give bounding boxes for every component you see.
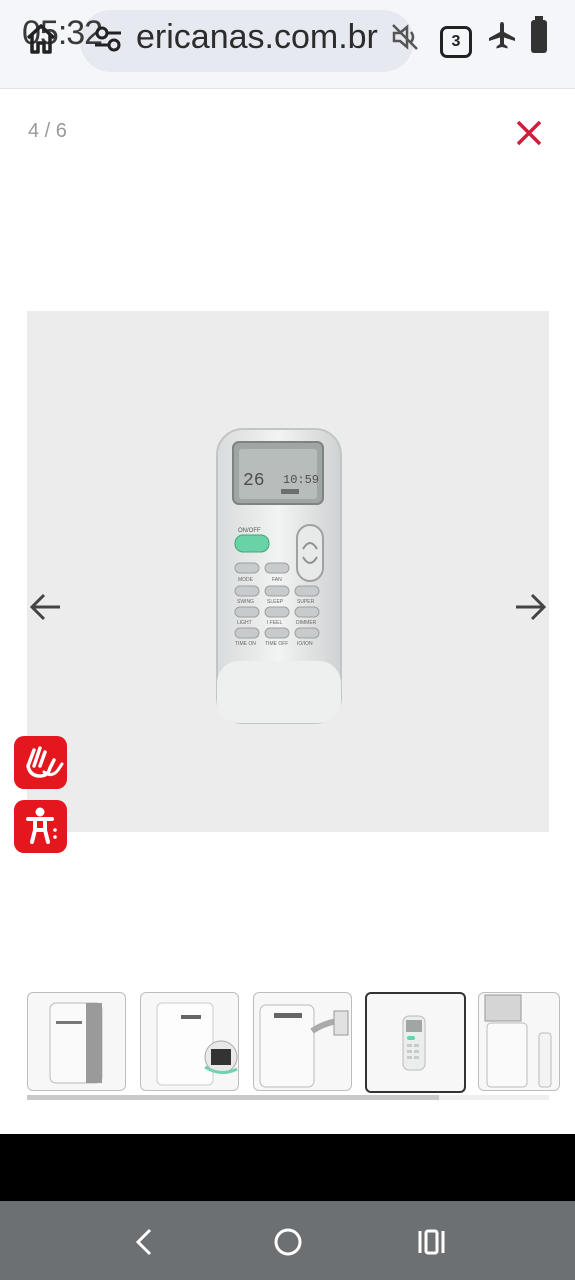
thumbnail-ac-dimensions-image [484, 994, 552, 1088]
battery-icon [531, 16, 547, 53]
remote-label-dimmer: DIMMER [296, 620, 317, 626]
main-product-image[interactable]: 26 10:59 ON/OFF MODE FAN SWING SLEEP SUP… [27, 311, 549, 832]
back-icon[interactable] [126, 1222, 166, 1262]
thumbnail-remote-image [402, 1015, 426, 1071]
remote-label-power: ON/OFF [238, 528, 261, 534]
remote-label-fan: FAN [272, 577, 282, 583]
remote-label-sleep: SLEEP [267, 599, 284, 605]
home-circle-icon[interactable] [268, 1222, 308, 1262]
url-text[interactable]: ericanas.com.br [136, 18, 378, 57]
next-image-arrow-icon[interactable] [510, 587, 550, 627]
thumbnail-1[interactable] [27, 992, 126, 1091]
remote-label-timer-on: TIME ON [235, 641, 256, 647]
thumbnail-3[interactable] [253, 992, 352, 1091]
mute-icon [392, 24, 418, 50]
remote-label-ifeel: I FEEL [267, 620, 283, 626]
remote-temp-display: 26 [243, 471, 265, 491]
thumbnail-2[interactable] [140, 992, 239, 1091]
remote-label-mode: MODE [238, 577, 254, 583]
image-counter: 4 / 6 [28, 120, 67, 142]
accessibility-button[interactable] [14, 800, 67, 853]
sign-language-button[interactable] [14, 736, 67, 789]
bottom-black-bar [0, 1134, 575, 1201]
remote-label-super: SUPER [297, 599, 315, 605]
thumbnail-5[interactable] [478, 992, 560, 1091]
browser-top-bar: 05:32 ericanas.com.br 3 [0, 0, 575, 89]
thumbnail-4-active[interactable] [365, 992, 466, 1093]
tab-count: 3 [440, 26, 472, 58]
close-icon[interactable] [512, 116, 546, 150]
thumbnail-scrollbar[interactable] [27, 1095, 439, 1100]
remote-control-image: 26 10:59 ON/OFF MODE FAN SWING SLEEP SUP… [216, 428, 342, 724]
sign-language-icon [26, 746, 64, 778]
remote-label-swing: SWING [237, 599, 254, 605]
previous-image-arrow-icon[interactable] [26, 587, 66, 627]
site-settings-icon[interactable] [94, 26, 122, 52]
remote-label-light: LIGHT [237, 620, 252, 626]
thumbnail-ac-side-image [156, 1002, 238, 1086]
airplane-mode-icon [489, 22, 515, 49]
thumbnail-ac-front-image [49, 1002, 103, 1084]
remote-label-ion: IO/ION [297, 641, 313, 647]
tabs-icon[interactable]: 3 [438, 20, 472, 58]
home-icon[interactable] [24, 22, 58, 56]
thumbnail-strip[interactable] [0, 990, 575, 1094]
recent-apps-icon[interactable] [412, 1222, 452, 1262]
thumbnail-ac-window-kit-image [259, 1004, 349, 1088]
remote-clock-display: 10:59 [283, 473, 319, 487]
remote-label-timer-off: TIME OFF [265, 641, 288, 647]
accessibility-person-icon [26, 807, 57, 844]
